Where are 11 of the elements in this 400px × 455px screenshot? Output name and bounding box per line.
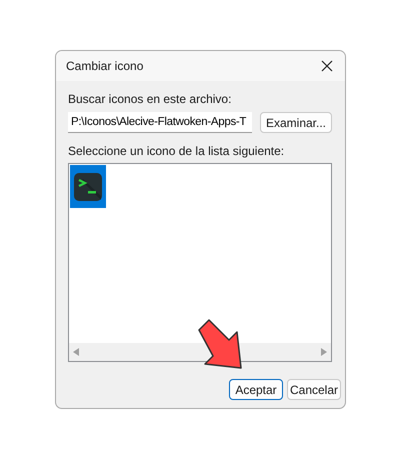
field-label: Buscar iconos en este archivo: bbox=[68, 91, 232, 108]
scroll-left-icon[interactable] bbox=[73, 348, 79, 356]
window-title: Cambiar icono bbox=[66, 58, 144, 75]
file-path-field[interactable]: P:\Iconos\Alecive-Flatwoken-Apps-T bbox=[68, 112, 252, 133]
scroll-right-icon[interactable] bbox=[321, 348, 327, 356]
terminal-icon[interactable] bbox=[70, 165, 106, 208]
list-label: Seleccione un icono de la lista siguiente: bbox=[68, 143, 284, 160]
browse-button[interactable]: Examinar... bbox=[260, 112, 332, 133]
close-icon[interactable] bbox=[319, 58, 335, 74]
dialog-button[interactable]: Aceptar bbox=[229, 379, 283, 400]
dialog-button[interactable]: Cancelar bbox=[287, 379, 341, 400]
